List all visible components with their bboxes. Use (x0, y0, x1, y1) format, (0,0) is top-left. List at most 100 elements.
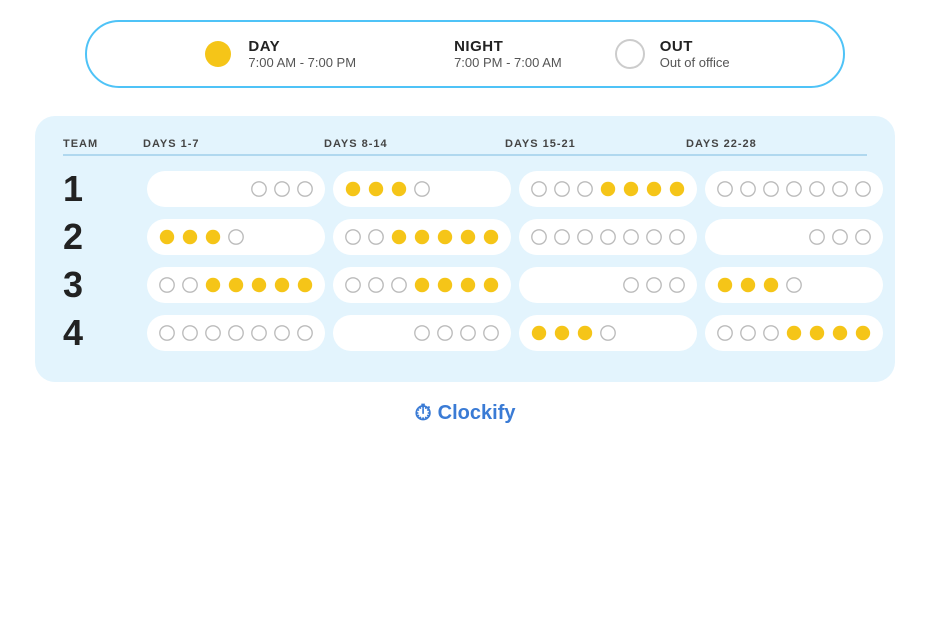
day-icon (784, 323, 804, 343)
out-icon (412, 179, 432, 199)
out-icon (738, 323, 758, 343)
table-header: TEAMDAYS 1-7DAYS 8-14DAYS 15-21DAYS 22-2… (63, 138, 867, 150)
night-icon (621, 323, 641, 343)
out-icon (552, 227, 572, 247)
night-icon (830, 275, 850, 295)
night-icon (458, 179, 478, 199)
night-icon (180, 179, 200, 199)
out-icon (343, 227, 363, 247)
day-title: DAY (248, 38, 356, 55)
day-text: DAY 7:00 AM - 7:00 PM (248, 38, 356, 70)
day-cell-row3-col2 (333, 267, 511, 303)
night-icon (552, 275, 572, 295)
night-sub: 7:00 PM - 7:00 AM (454, 55, 562, 70)
out-sub: Out of office (660, 55, 730, 70)
night-icon (295, 227, 315, 247)
out-icon (272, 323, 292, 343)
footer-logo-text: Clockify (438, 402, 516, 425)
out-icon (481, 323, 501, 343)
day-icon (412, 227, 432, 247)
night-icon (644, 323, 664, 343)
out-icon (644, 275, 664, 295)
day-cell-row1-col4 (705, 171, 883, 207)
night-icon (667, 323, 687, 343)
team-number-4: 4 (63, 312, 143, 354)
night-icon (575, 275, 595, 295)
out-icon (644, 227, 664, 247)
day-icon (529, 323, 549, 343)
out-icon (784, 179, 804, 199)
night-icon (715, 227, 735, 247)
out-icon (435, 323, 455, 343)
night-icon (366, 323, 386, 343)
day-icon (389, 227, 409, 247)
divider (63, 154, 867, 156)
table-row-team-2: 2 (63, 216, 867, 258)
out-icon (366, 275, 386, 295)
out-icon (761, 323, 781, 343)
day-icon (389, 179, 409, 199)
legend-item-night: NIGHT 7:00 PM - 7:00 AM (406, 36, 562, 72)
night-text: NIGHT 7:00 PM - 7:00 AM (454, 38, 562, 70)
out-icon (180, 323, 200, 343)
out-icon (598, 323, 618, 343)
night-icon (807, 275, 827, 295)
out-icon (667, 275, 687, 295)
out-icon (612, 36, 648, 72)
day-cell-row4-col3 (519, 315, 697, 351)
night-icon (203, 179, 223, 199)
day-icon (575, 323, 595, 343)
out-icon (412, 323, 432, 343)
out-icon (458, 323, 478, 343)
out-icon (830, 179, 850, 199)
out-icon (715, 323, 735, 343)
night-icon (435, 179, 455, 199)
day-cell-row2-col3 (519, 219, 697, 255)
day-icon (343, 179, 363, 199)
day-cell-row1-col3 (519, 171, 697, 207)
out-icon (784, 275, 804, 295)
night-icon (481, 179, 501, 199)
legend-item-out: OUT Out of office (612, 36, 730, 72)
header-col-3: DAYS 15-21 (505, 138, 686, 150)
day-icon (272, 275, 292, 295)
out-icon (226, 323, 246, 343)
out-icon (389, 275, 409, 295)
day-icon (853, 323, 873, 343)
out-icon (343, 275, 363, 295)
table-row-team-1: 1 (63, 168, 867, 210)
header-col-1: DAYS 1-7 (143, 138, 324, 150)
out-title: OUT (660, 38, 730, 55)
night-icon (598, 275, 618, 295)
team-number-2: 2 (63, 216, 143, 258)
out-icon (715, 179, 735, 199)
day-icon (458, 227, 478, 247)
out-icon (295, 323, 315, 343)
table-body: 1234 (63, 168, 867, 354)
day-icon (435, 275, 455, 295)
day-cell-row4-col4 (705, 315, 883, 351)
day-icon (761, 275, 781, 295)
day-icon (715, 275, 735, 295)
out-icon (621, 275, 641, 295)
table-row-team-4: 4 (63, 312, 867, 354)
day-icon (249, 275, 269, 295)
day-icon (435, 227, 455, 247)
day-icon (481, 227, 501, 247)
day-cell-row4-col1 (147, 315, 325, 351)
out-icon (529, 227, 549, 247)
header-col-0: TEAM (63, 138, 143, 150)
out-icon (853, 179, 873, 199)
out-icon (575, 179, 595, 199)
out-icon (761, 179, 781, 199)
out-text: OUT Out of office (660, 38, 730, 70)
header-col-4: DAYS 22-28 (686, 138, 867, 150)
night-icon (761, 227, 781, 247)
clockify-icon: ⏱ (415, 400, 432, 426)
day-icon (830, 323, 850, 343)
day-icon (226, 275, 246, 295)
out-icon (807, 227, 827, 247)
out-icon (529, 179, 549, 199)
day-icon (180, 227, 200, 247)
footer-logo: ⏱ Clockify (415, 400, 516, 426)
